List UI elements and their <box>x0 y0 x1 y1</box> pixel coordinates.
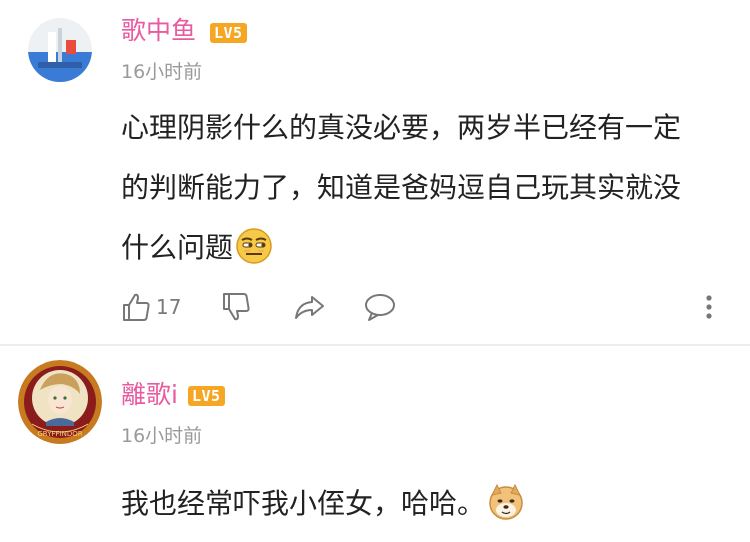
comment-text-line: 的判断能力了，知道是爸妈逗自己玩其实就没 <box>121 171 682 204</box>
avatar[interactable]: GRYFFINDOR <box>18 360 102 444</box>
comment-text-line-with-emoji: 我也经常吓我小侄女，哈哈。 <box>121 474 731 534</box>
timestamp: 16小时前 <box>121 425 203 447</box>
like-count: 17 <box>156 295 182 319</box>
comment-item: GRYFFINDOR 離歌i LV5 16小时前 我也经常吓我小侄女，哈哈。 <box>0 346 750 536</box>
thumbs-up-icon <box>120 291 152 323</box>
like-button[interactable]: 17 <box>120 290 181 324</box>
svg-text:GRYFFINDOR: GRYFFINDOR <box>37 430 82 438</box>
comment-item: 歌中鱼 LV5 16小时前 心理阴影什么的真没必要，两岁半已经有一定 的判断能力… <box>0 0 750 344</box>
doge-emoji <box>487 482 525 520</box>
comment-icon <box>363 291 397 323</box>
comment-text-line-with-emoji: 什么问题 <box>121 218 731 278</box>
smug-face-emoji <box>235 226 273 264</box>
level-badge: LV5 <box>210 23 247 43</box>
timestamp: 16小时前 <box>121 61 203 83</box>
comment-text-line: 心理阴影什么的真没必要，两岁半已经有一定 <box>121 111 682 144</box>
thumbs-down-icon <box>220 291 252 323</box>
comment-text: 心理阴影什么的真没必要，两岁半已经有一定 的判断能力了，知道是爸妈逗自己玩其实就… <box>121 98 731 278</box>
dislike-button[interactable] <box>220 290 252 324</box>
username[interactable]: 離歌i <box>121 380 178 410</box>
share-icon <box>292 291 326 323</box>
share-button[interactable] <box>292 290 326 324</box>
username[interactable]: 歌中鱼 <box>121 16 196 46</box>
comment-text-fragment: 我也经常吓我小侄女，哈哈。 <box>121 487 486 520</box>
more-button[interactable] <box>702 290 716 324</box>
comment-action-bar: 17 <box>0 282 750 332</box>
avatar[interactable] <box>28 18 92 82</box>
comment-text-fragment: 什么问题 <box>121 231 234 264</box>
reply-button[interactable] <box>363 290 397 324</box>
more-icon <box>702 291 716 323</box>
comment-text: 我也经常吓我小侄女，哈哈。 <box>121 474 731 534</box>
level-badge: LV5 <box>188 386 225 406</box>
